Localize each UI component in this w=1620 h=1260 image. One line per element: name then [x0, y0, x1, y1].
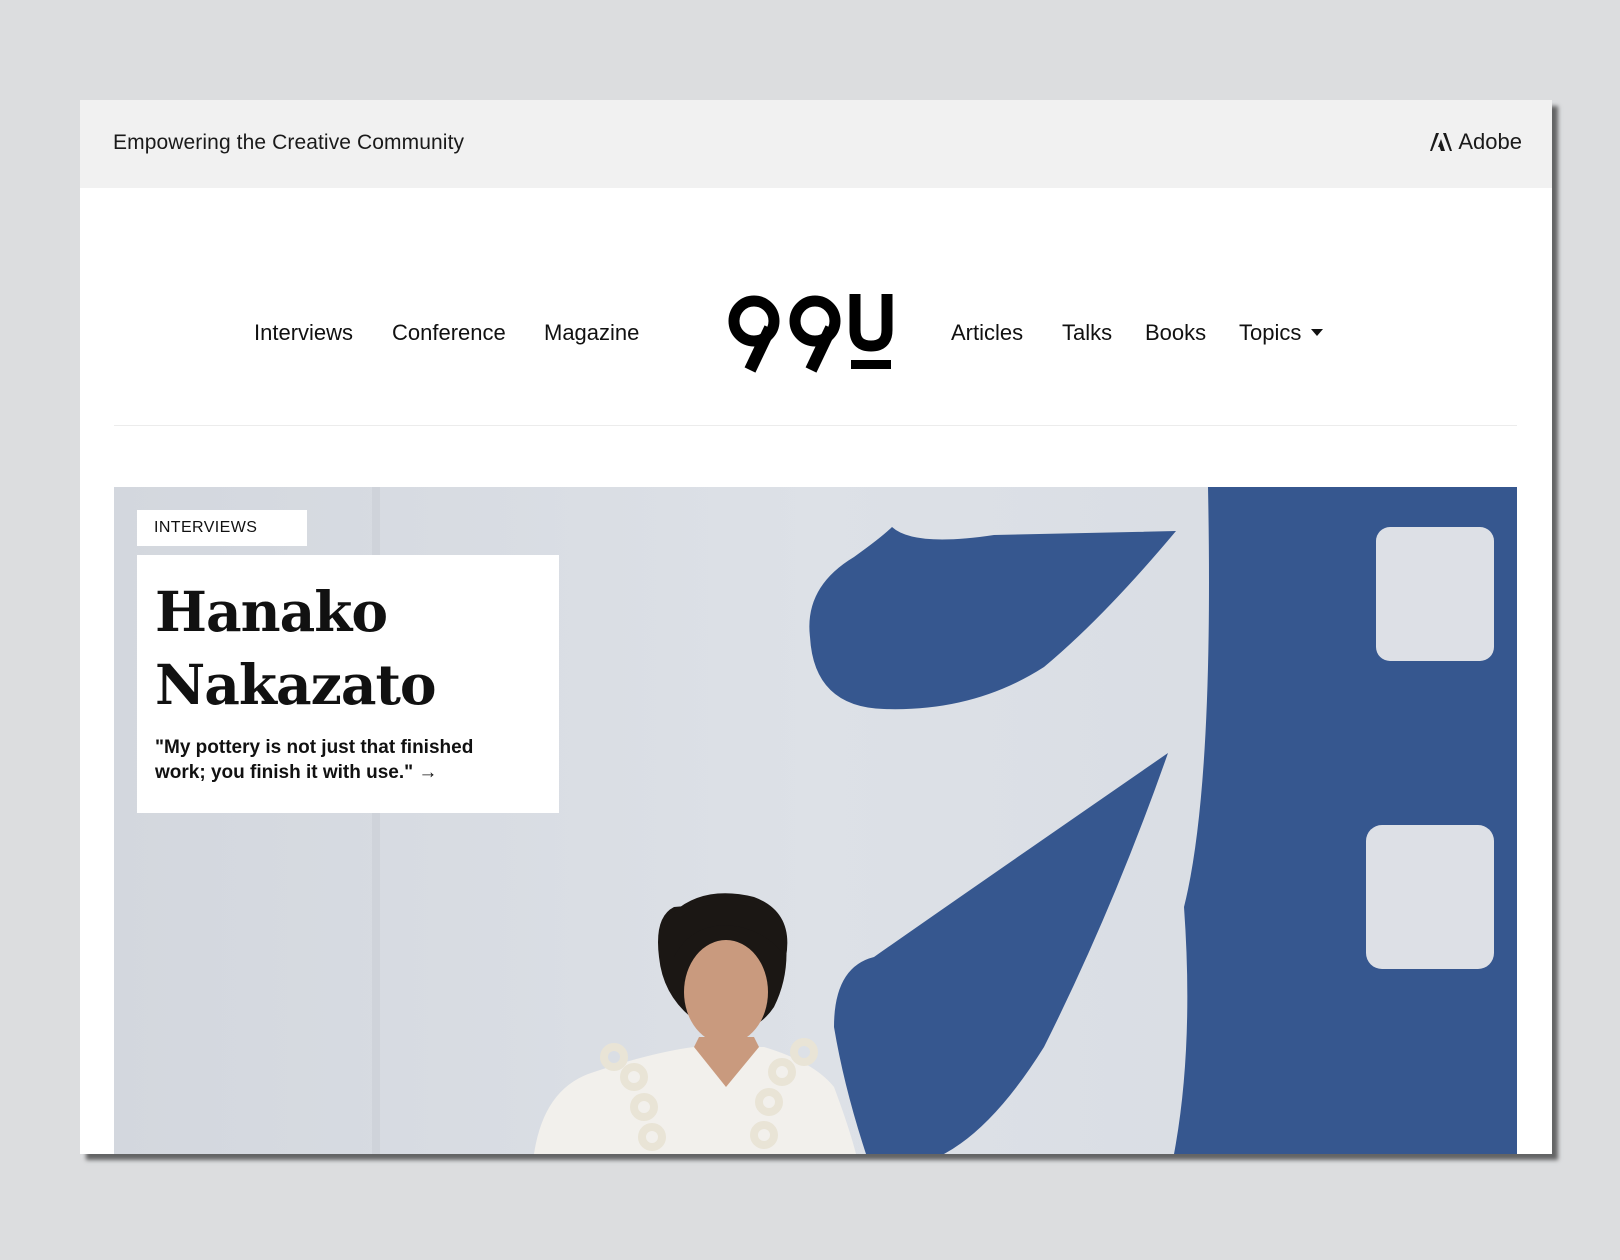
top-banner: Empowering the Creative Community Adobe	[80, 100, 1552, 188]
feature-title: Hanako Nakazato	[155, 575, 541, 721]
chevron-down-icon	[1311, 328, 1324, 336]
browser-page: Empowering the Creative Community Adobe …	[80, 100, 1552, 1154]
nav-item-topics[interactable]: Topics	[1239, 320, 1324, 346]
hero-feature[interactable]: INTERVIEWS Hanako Nakazato "My pottery i…	[114, 487, 1517, 1154]
nav-divider	[114, 425, 1517, 426]
99u-logo-icon	[728, 294, 893, 373]
category-tag[interactable]: INTERVIEWS	[137, 510, 307, 546]
adobe-logo-icon	[1430, 133, 1453, 151]
nav-item-articles[interactable]: Articles	[951, 320, 1023, 346]
nav-item-interviews[interactable]: Interviews	[254, 320, 353, 346]
nav-item-conference[interactable]: Conference	[392, 320, 506, 346]
main-nav: Interviews Conference Magazine Articles …	[80, 290, 1552, 380]
title-line-2: Nakazato	[155, 652, 437, 717]
site-logo[interactable]	[720, 290, 910, 380]
feature-quote: "My pottery is not just that finished wo…	[155, 737, 474, 783]
adobe-label: Adobe	[1458, 129, 1522, 154]
nav-item-books[interactable]: Books	[1145, 320, 1206, 346]
nav-item-magazine[interactable]: Magazine	[544, 320, 639, 346]
tagline: Empowering the Creative Community	[113, 131, 465, 154]
title-line-1: Hanako	[155, 579, 388, 644]
topics-label: Topics	[1239, 320, 1302, 345]
nav-item-talks[interactable]: Talks	[1062, 320, 1112, 346]
adobe-link[interactable]: Adobe	[1430, 129, 1522, 155]
feature-card[interactable]: Hanako Nakazato "My pottery is not just …	[137, 555, 559, 813]
